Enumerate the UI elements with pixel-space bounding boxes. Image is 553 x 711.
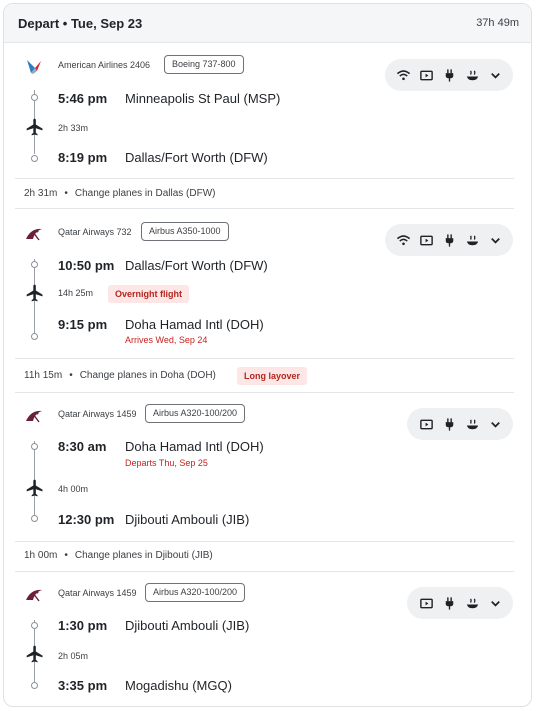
power-plug-icon (442, 417, 457, 432)
layover-info: 11h 15m • Change planes in Doha (DOH) (24, 370, 216, 381)
layover-duration: 2h 31m (24, 188, 58, 199)
arrive-time: 12:30 pm (58, 512, 115, 527)
arrive-airport: Mogadishu (MGQ) (125, 678, 232, 693)
power-plug-icon (442, 233, 457, 248)
chevron-down-icon (488, 68, 503, 83)
meal-icon (465, 68, 480, 83)
depart-title: Depart • Tue, Sep 23 (18, 16, 143, 31)
timeline-dot (31, 155, 38, 162)
divider (15, 358, 514, 359)
timeline-dot (31, 333, 38, 340)
plane-icon (26, 645, 43, 663)
separator-dot: • (69, 370, 73, 381)
timeline-dot (31, 261, 38, 268)
depart-time: 10:50 pm (58, 258, 115, 273)
long-layover-badge: Long layover (237, 367, 308, 385)
amenities-button[interactable] (407, 408, 513, 440)
meal-icon (465, 233, 480, 248)
divider (15, 178, 514, 179)
arrive-airport: Djibouti Ambouli (JIB) (125, 512, 250, 527)
depart-time: 8:30 am (58, 439, 107, 454)
arrive-airport: Dallas/Fort Worth (DFW) (125, 150, 268, 165)
chevron-down-icon (488, 417, 503, 432)
flight-duration: 2h 05m (58, 651, 89, 661)
aircraft-chip: Boeing 737-800 (164, 55, 244, 74)
american-airlines-logo (27, 60, 41, 74)
meal-icon (465, 596, 480, 611)
depart-airport: Dallas/Fort Worth (DFW) (125, 258, 268, 273)
screen-icon (419, 596, 434, 611)
layover-duration: 1h 00m (24, 550, 58, 561)
layover-text: Change planes in Dallas (DFW) (74, 188, 216, 199)
plane-icon (26, 284, 43, 302)
depart-time: 5:46 pm (58, 91, 108, 106)
itinerary-header: Depart • Tue, Sep 23 37h 49m (4, 4, 531, 43)
arrive-airport: Doha Hamad Intl (DOH) (125, 317, 264, 332)
overnight-flight-badge: Overnight flight (108, 285, 189, 303)
layover-text: Change planes in Djibouti (JIB) (74, 550, 213, 561)
itinerary-card: Depart • Tue, Sep 23 37h 49m American Ai… (3, 3, 532, 707)
timeline-dot (31, 515, 38, 522)
flight-number: Qatar Airways 732 (58, 227, 132, 237)
divider (15, 541, 514, 542)
amenities-button[interactable] (385, 224, 513, 256)
arrive-time: 9:15 pm (58, 317, 108, 332)
layover-info: 2h 31m • Change planes in Dallas (DFW) (24, 188, 216, 199)
aircraft-chip: Airbus A320-100/200 (145, 583, 246, 602)
layover-text: Change planes in Doha (DOH) (79, 370, 216, 381)
total-duration: 37h 49m (476, 17, 519, 29)
plane-icon (26, 118, 43, 136)
qatar-airways-logo (26, 410, 42, 423)
qatar-airways-logo (26, 589, 42, 602)
departure-date-note: Departs Thu, Sep 25 (125, 458, 208, 468)
amenities-button[interactable] (407, 587, 513, 619)
screen-icon (419, 417, 434, 432)
divider (15, 392, 514, 393)
flight-duration: 2h 33m (58, 123, 89, 133)
flight-number: Qatar Airways 1459 (58, 409, 137, 419)
timeline-dot (31, 94, 38, 101)
flight-duration: 14h 25m (58, 288, 94, 298)
qatar-airways-logo (26, 228, 42, 241)
screen-icon (419, 233, 434, 248)
separator-dot: • (64, 188, 68, 199)
flight-number: Qatar Airways 1459 (58, 588, 137, 598)
layover-duration: 11h 15m (24, 370, 63, 381)
arrive-time: 8:19 pm (58, 150, 108, 165)
depart-time: 1:30 pm (58, 618, 108, 633)
flight-duration: 4h 00m (58, 484, 89, 494)
meal-icon (465, 417, 480, 432)
arrival-date-note: Arrives Wed, Sep 24 (125, 335, 208, 345)
depart-airport: Minneapolis St Paul (MSP) (125, 91, 281, 106)
separator-dot: • (64, 550, 68, 561)
wifi-icon (396, 68, 411, 83)
aircraft-chip: Airbus A350-1000 (141, 222, 229, 241)
chevron-down-icon (488, 233, 503, 248)
divider (15, 208, 514, 209)
timeline-dot (31, 622, 38, 629)
depart-airport: Djibouti Ambouli (JIB) (125, 618, 250, 633)
chevron-down-icon (488, 596, 503, 611)
screen-icon (419, 68, 434, 83)
timeline-dot (31, 443, 38, 450)
flight-number: American Airlines 2406 (58, 60, 151, 70)
plane-icon (26, 479, 43, 497)
timeline-dot (31, 682, 38, 689)
depart-airport: Doha Hamad Intl (DOH) (125, 439, 264, 454)
power-plug-icon (442, 68, 457, 83)
power-plug-icon (442, 596, 457, 611)
wifi-icon (396, 233, 411, 248)
amenities-button[interactable] (385, 59, 513, 91)
divider (15, 571, 514, 572)
layover-info: 1h 00m • Change planes in Djibouti (JIB) (24, 550, 213, 561)
arrive-time: 3:35 pm (58, 678, 108, 693)
aircraft-chip: Airbus A320-100/200 (145, 404, 246, 423)
